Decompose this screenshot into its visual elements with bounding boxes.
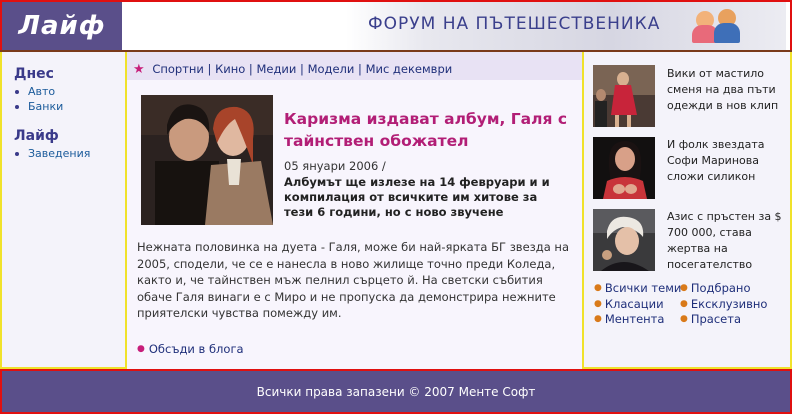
bullet-icon: ● <box>594 283 602 293</box>
link-ekskluzivno[interactable]: ● Ексклузивно <box>680 297 780 313</box>
star-icon: ★ <box>133 62 145 77</box>
link-podbrano[interactable]: ● Подбрано <box>680 281 780 297</box>
link-label[interactable]: Подбрано <box>691 281 751 295</box>
link-label[interactable]: Класации <box>605 297 664 311</box>
bullet-icon: ● <box>594 314 602 324</box>
sidebar-item-banki[interactable]: Банки <box>14 99 125 114</box>
blog-link-label[interactable]: Обсъди в блога <box>149 342 244 356</box>
article-photo[interactable] <box>141 95 273 225</box>
nav-separator: | <box>203 62 216 76</box>
nav-link-modeli[interactable]: Модели <box>308 62 355 76</box>
bullet-icon: ● <box>680 314 688 324</box>
nav-link-medii[interactable]: Медии <box>256 62 296 76</box>
nav-separator: | <box>296 62 308 76</box>
copyright-text: Всички права запазени © 2007 Менте Софт <box>256 384 536 399</box>
nav-separator: | <box>245 62 257 76</box>
link-label[interactable]: Всички теми <box>605 281 681 295</box>
sidebar-item-zavedeniya[interactable]: Заведения <box>14 146 125 161</box>
article-date: 05 януари 2006 / <box>284 159 386 173</box>
link-label[interactable]: Прасета <box>691 312 741 326</box>
bullet-icon: ● <box>680 283 688 293</box>
site-logo[interactable]: Лайф <box>18 11 105 41</box>
nav-link-mis-dekemvri[interactable]: Мис декември <box>366 62 453 76</box>
right-sidebar: Вики от мастило сменя на два пъти одежди… <box>582 52 792 369</box>
category-nav: ★ Спортни | Кино | Медии | Модели | Мис … <box>127 52 582 80</box>
nav-separator: | <box>354 62 366 76</box>
discuss-in-blog-link[interactable]: ● Обсъди в блога <box>137 342 244 356</box>
article-lead: Албумът ще излезе на 14 февруари и и ком… <box>284 175 550 219</box>
page-header: Лайф Форум на пътешественика <box>0 0 792 52</box>
bullet-icon: ● <box>680 298 688 309</box>
bullet-icon: ● <box>594 298 602 309</box>
news-item-text[interactable]: Азис с пръстен за $ 700 000, става жертв… <box>667 209 785 273</box>
sidebar-list: Заведения <box>14 146 125 161</box>
article-body: Нежната половинка на дуета - Галя, може … <box>137 240 569 320</box>
link-klasacii[interactable]: ● Класации <box>594 297 680 313</box>
sidebar-list: Авто Банки <box>14 84 125 114</box>
left-sidebar: Днес Авто Банки Лайф Заведения <box>0 52 127 369</box>
sidebar-item-avto[interactable]: Авто <box>14 84 125 99</box>
topic-links: ● Всички теми ● Подбрано ● Класации ● Ексклу… <box>594 281 784 328</box>
news-item-text[interactable]: Вики от мастило сменя на два пъти одежди… <box>667 66 785 114</box>
link-mententa[interactable]: ● Ментента <box>594 312 680 328</box>
news-thumbnail[interactable] <box>593 209 655 271</box>
nav-link-sportni[interactable]: Спортни <box>152 62 204 76</box>
news-item-text[interactable]: И фолк звездата Софи Маринова сложи сили… <box>667 137 785 185</box>
news-thumbnail[interactable] <box>593 137 655 199</box>
logo-box[interactable]: Лайф <box>2 2 122 50</box>
sidebar-section-title: Лайф <box>14 128 59 144</box>
article-title[interactable]: Каризма издават албум, Галя с тайнствен … <box>284 108 569 152</box>
link-label[interactable]: Ексклузивно <box>691 297 768 311</box>
main-content: ★ Спортни | Кино | Медии | Модели | Мис … <box>127 52 582 369</box>
news-thumbnail[interactable] <box>593 65 655 127</box>
link-vsichki-temi[interactable]: ● Всички теми <box>594 281 681 297</box>
bullet-icon: ● <box>137 344 145 354</box>
link-praseta[interactable]: ● Прасета <box>680 312 780 328</box>
nav-link-kino[interactable]: Кино <box>215 62 245 76</box>
sidebar-section-title: Днес <box>14 66 54 82</box>
forum-banner[interactable]: Форум на пътешественика <box>346 2 786 50</box>
people-icon <box>692 9 752 43</box>
page-footer: Всички права запазени © 2007 Менте Софт <box>0 369 792 414</box>
banner-text[interactable]: Форум на пътешественика <box>368 14 660 34</box>
link-label[interactable]: Ментента <box>605 312 665 326</box>
